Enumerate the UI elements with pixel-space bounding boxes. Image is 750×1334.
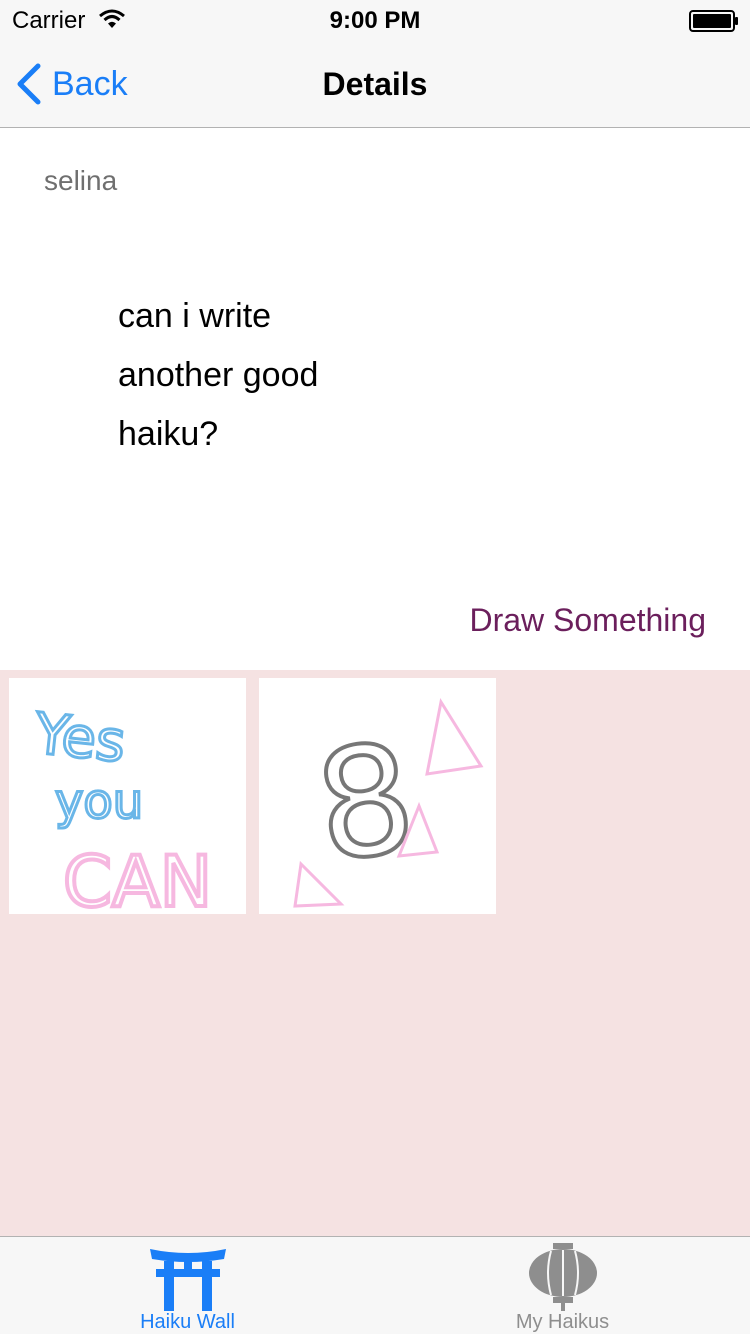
drawing-text: CAN — [63, 841, 212, 914]
status-time: 9:00 PM — [329, 7, 421, 34]
battery-icon — [689, 10, 738, 32]
drawings-grid: Yes you CAN 8 — [0, 670, 750, 1236]
lantern-icon — [528, 1243, 597, 1311]
status-bar: Carrier 9:00 PM — [0, 0, 750, 40]
draw-something-button[interactable]: Draw Something — [469, 602, 706, 639]
triangle-doodle — [425, 697, 484, 776]
tab-label: My Haikus — [515, 1311, 610, 1333]
tab-bar: Haiku Wall My Haikus — [0, 1236, 750, 1334]
haiku-line: another good — [118, 356, 319, 394]
page-title: Details — [322, 66, 428, 102]
drawing-thumbnail[interactable]: 8 — [259, 678, 496, 914]
haiku-line: haiku? — [118, 415, 219, 453]
drawing-thumbnail[interactable]: Yes you CAN — [9, 678, 246, 914]
drawing-yes-you-can: Yes you CAN — [29, 700, 214, 914]
navigation-bar: Back Details — [0, 40, 750, 128]
haiku-detail: selina can i write another good haiku? D… — [0, 129, 750, 670]
haiku-line: can i write — [118, 297, 272, 335]
torii-gate-icon — [149, 1249, 226, 1311]
drawing-eight-triangles: 8 — [293, 697, 484, 908]
haiku-text: can i write another good haiku? — [118, 287, 318, 464]
drawing-text: 8 — [306, 711, 425, 897]
drawing-text: Yes — [31, 701, 129, 775]
tab-my-haikus[interactable]: My Haikus — [375, 1237, 750, 1334]
tab-label: Haiku Wall — [140, 1311, 235, 1333]
drawing-text: you — [55, 774, 143, 830]
tab-haiku-wall[interactable]: Haiku Wall — [0, 1237, 375, 1334]
author-name: selina — [44, 165, 118, 196]
